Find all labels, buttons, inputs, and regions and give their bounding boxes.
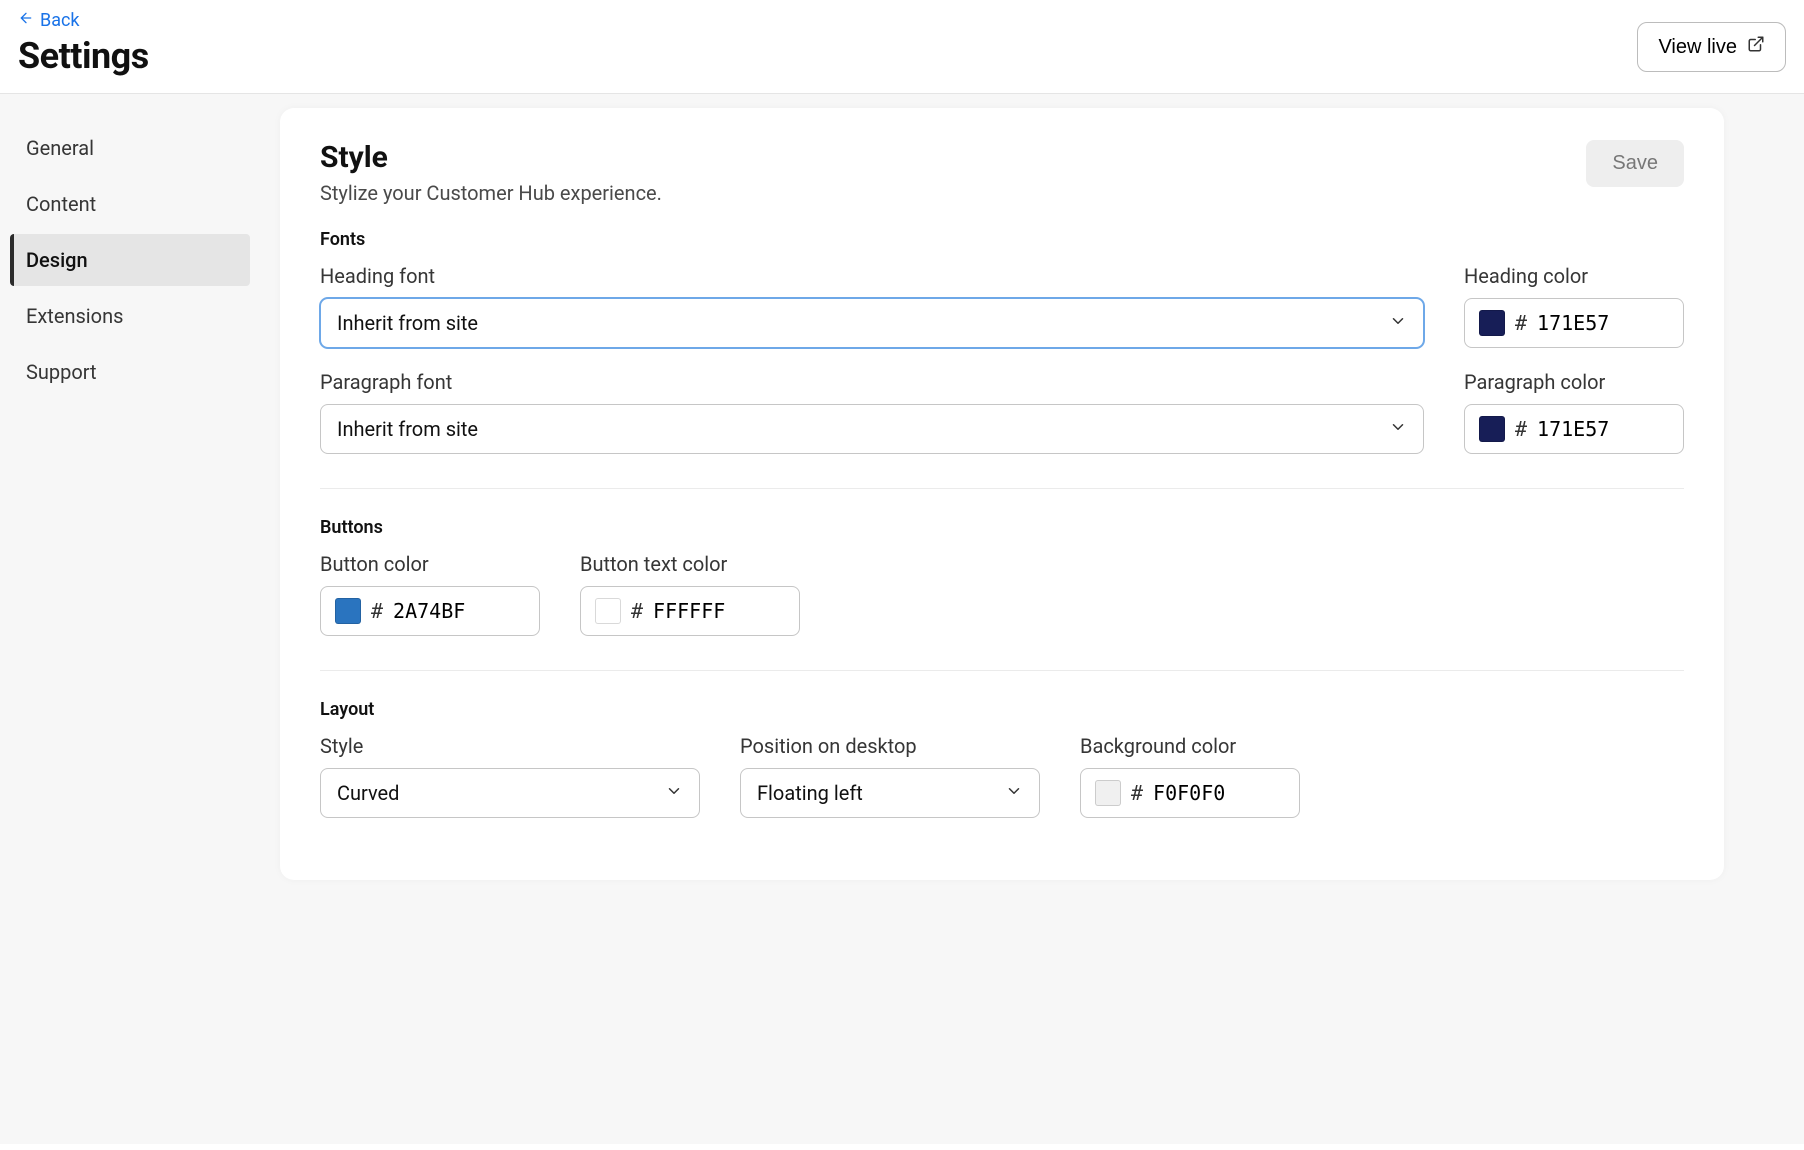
- divider: [320, 488, 1684, 489]
- background-color-field: Background color #: [1080, 734, 1300, 818]
- paragraph-font-row: Paragraph font Inherit from site Paragra…: [320, 370, 1684, 454]
- paragraph-color-field: Paragraph color #: [1464, 370, 1684, 454]
- heading-color-label: Heading color: [1464, 264, 1684, 288]
- style-panel: Style Stylize your Customer Hub experien…: [280, 108, 1724, 880]
- buttons-section-label: Buttons: [320, 517, 1684, 538]
- body: General Content Design Extensions Suppor…: [0, 94, 1804, 1144]
- button-text-color-swatch: [595, 598, 621, 624]
- view-live-button[interactable]: View live: [1637, 22, 1786, 72]
- layout-position-select[interactable]: Floating left: [740, 768, 1040, 818]
- fonts-section-label: Fonts: [320, 229, 1684, 250]
- layout-style-value: Curved: [337, 781, 399, 805]
- background-color-input[interactable]: #: [1080, 768, 1300, 818]
- layout-position-label: Position on desktop: [740, 734, 1040, 758]
- paragraph-color-input[interactable]: #: [1464, 404, 1684, 454]
- hash-symbol: #: [1515, 311, 1527, 335]
- sidebar-item-content[interactable]: Content: [10, 178, 250, 230]
- hash-symbol: #: [631, 599, 643, 623]
- panel-header: Style Stylize your Customer Hub experien…: [320, 140, 1684, 205]
- background-color-value[interactable]: [1153, 781, 1253, 805]
- layout-row: Style Curved Position on desktop Floatin…: [320, 734, 1684, 818]
- layout-style-select[interactable]: Curved: [320, 768, 700, 818]
- back-link[interactable]: Back: [18, 10, 149, 31]
- main-area: Style Stylize your Customer Hub experien…: [260, 94, 1804, 1144]
- save-button[interactable]: Save: [1586, 140, 1684, 187]
- app-header: Back Settings View live: [0, 0, 1804, 94]
- button-color-label: Button color: [320, 552, 540, 576]
- external-link-icon: [1747, 35, 1765, 59]
- layout-position-value: Floating left: [757, 781, 863, 805]
- paragraph-font-value: Inherit from site: [337, 417, 478, 441]
- sidebar-item-support[interactable]: Support: [10, 346, 250, 398]
- heading-font-field: Heading font Inherit from site: [320, 264, 1424, 348]
- heading-font-select[interactable]: Inherit from site: [320, 298, 1424, 348]
- layout-style-field: Style Curved: [320, 734, 700, 818]
- header-left: Back Settings: [18, 10, 149, 93]
- sidebar: General Content Design Extensions Suppor…: [0, 94, 260, 1144]
- paragraph-font-field: Paragraph font Inherit from site: [320, 370, 1424, 454]
- hash-symbol: #: [371, 599, 383, 623]
- sidebar-item-design[interactable]: Design: [10, 234, 250, 286]
- heading-color-swatch: [1479, 310, 1505, 336]
- chevron-down-icon: [1389, 417, 1407, 441]
- back-label: Back: [40, 10, 80, 31]
- button-text-color-input[interactable]: #: [580, 586, 800, 636]
- chevron-down-icon: [1389, 311, 1407, 335]
- chevron-down-icon: [1005, 781, 1023, 805]
- paragraph-color-value[interactable]: [1537, 417, 1637, 441]
- hash-symbol: #: [1131, 781, 1143, 805]
- sidebar-item-extensions[interactable]: Extensions: [10, 290, 250, 342]
- layout-style-label: Style: [320, 734, 700, 758]
- paragraph-font-select[interactable]: Inherit from site: [320, 404, 1424, 454]
- heading-font-label: Heading font: [320, 264, 1424, 288]
- heading-color-value[interactable]: [1537, 311, 1637, 335]
- panel-title: Style: [320, 140, 662, 175]
- sidebar-item-general[interactable]: General: [10, 122, 250, 174]
- button-color-swatch: [335, 598, 361, 624]
- hash-symbol: #: [1515, 417, 1527, 441]
- button-text-color-field: Button text color #: [580, 552, 800, 636]
- background-color-label: Background color: [1080, 734, 1300, 758]
- heading-color-field: Heading color #: [1464, 264, 1684, 348]
- divider: [320, 670, 1684, 671]
- page-title: Settings: [18, 35, 149, 77]
- button-text-color-value[interactable]: [653, 599, 753, 623]
- paragraph-font-label: Paragraph font: [320, 370, 1424, 394]
- heading-font-row: Heading font Inherit from site Heading c…: [320, 264, 1684, 348]
- background-color-swatch: [1095, 780, 1121, 806]
- paragraph-color-label: Paragraph color: [1464, 370, 1684, 394]
- buttons-row: Button color # Button text color #: [320, 552, 1684, 636]
- heading-color-input[interactable]: #: [1464, 298, 1684, 348]
- view-live-label: View live: [1658, 36, 1737, 59]
- button-color-input[interactable]: #: [320, 586, 540, 636]
- chevron-down-icon: [665, 781, 683, 805]
- arrow-left-icon: [18, 10, 34, 31]
- layout-section-label: Layout: [320, 699, 1684, 720]
- button-color-value[interactable]: [393, 599, 493, 623]
- heading-font-value: Inherit from site: [337, 311, 478, 335]
- button-text-color-label: Button text color: [580, 552, 800, 576]
- layout-position-field: Position on desktop Floating left: [740, 734, 1040, 818]
- paragraph-color-swatch: [1479, 416, 1505, 442]
- button-color-field: Button color #: [320, 552, 540, 636]
- panel-subtitle: Stylize your Customer Hub experience.: [320, 181, 662, 205]
- panel-heading-block: Style Stylize your Customer Hub experien…: [320, 140, 662, 205]
